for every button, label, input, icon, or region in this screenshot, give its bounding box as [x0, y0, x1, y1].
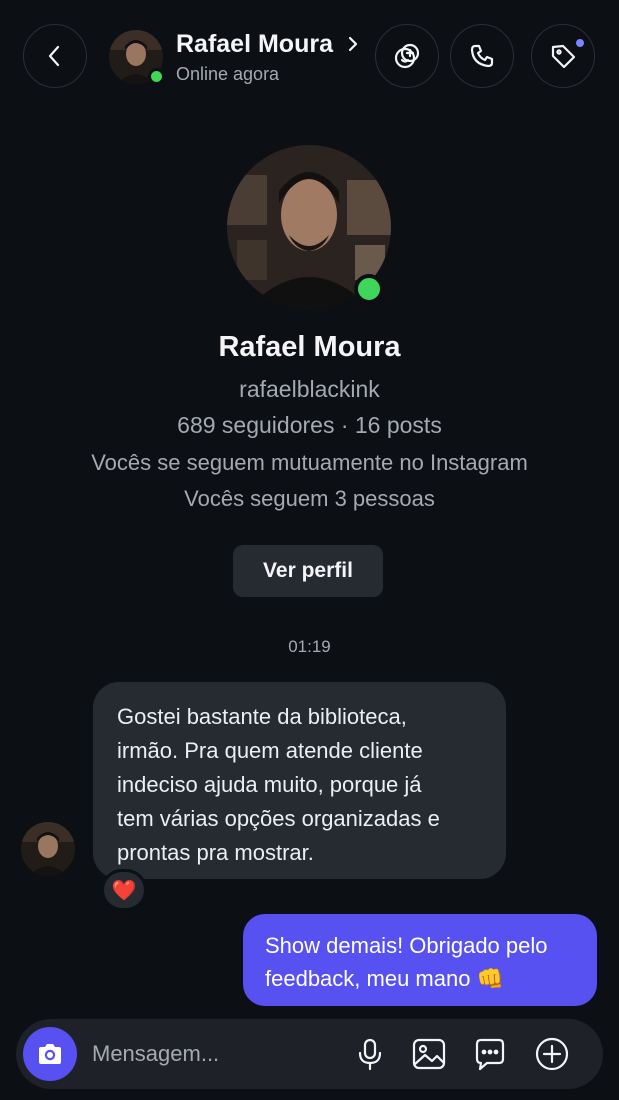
plus-icon	[535, 1037, 569, 1071]
view-profile-button[interactable]: Ver perfil	[233, 545, 383, 597]
avatar-photo	[21, 822, 75, 876]
back-chevron-icon	[48, 45, 60, 67]
message-line: prontas pra mostrar.	[117, 840, 314, 865]
message-avatar[interactable]	[21, 822, 75, 876]
mutual-following-text: Vocês seguem 3 pessoas	[184, 486, 435, 511]
notification-dot	[574, 37, 586, 49]
back-button[interactable]	[23, 24, 87, 88]
profile-name: Rafael Moura	[218, 331, 401, 363]
message-line: Gostei bastante da biblioteca,	[117, 704, 407, 729]
add-button[interactable]	[532, 1034, 572, 1074]
sticker-icon	[475, 1038, 505, 1071]
message-line: irmão. Pra quem atende cliente	[117, 738, 423, 763]
message-line: feedback, meu mano 👊	[265, 966, 504, 991]
mutual-follow-text: Vocês se seguem mutuamente no Instagram	[91, 450, 528, 475]
profile-username: rafaelblackink	[239, 376, 380, 402]
tag-icon	[551, 44, 576, 69]
message-line: indeciso ajuda muito, porque já	[117, 772, 422, 797]
message-line: tem várias opções organizadas e	[117, 806, 440, 831]
call-button[interactable]	[450, 24, 514, 88]
microphone-button[interactable]	[350, 1034, 390, 1074]
message-line: Show demais! Obrigado pelo	[265, 933, 548, 958]
gallery-icon	[412, 1038, 446, 1070]
chat-header: Rafael Moura Online agora	[0, 0, 619, 112]
profile-online-indicator	[354, 274, 384, 304]
tag-button[interactable]	[531, 24, 595, 88]
header-status: Online agora	[176, 64, 280, 84]
online-indicator	[148, 68, 165, 85]
outgoing-message-bubble[interactable]: Show demais! Obrigado pelo feedback, meu…	[243, 914, 597, 1006]
phone-icon	[470, 44, 494, 68]
heart-reaction[interactable]: ❤️	[101, 869, 147, 911]
message-timestamp: 01:19	[288, 637, 331, 656]
effects-icon	[394, 43, 420, 69]
microphone-icon	[358, 1038, 382, 1071]
message-input[interactable]	[92, 1038, 332, 1070]
chevron-right-icon[interactable]	[345, 33, 361, 55]
header-name[interactable]: Rafael Moura	[176, 30, 333, 59]
incoming-message-bubble[interactable]: Gostei bastante da biblioteca, irmão. Pr…	[93, 682, 506, 879]
gallery-button[interactable]	[409, 1034, 449, 1074]
sticker-button[interactable]	[470, 1034, 510, 1074]
profile-stats: 689 seguidores · 16 posts	[177, 412, 442, 438]
camera-button[interactable]	[23, 1027, 77, 1081]
camera-icon	[39, 1044, 61, 1064]
effects-button[interactable]	[375, 24, 439, 88]
